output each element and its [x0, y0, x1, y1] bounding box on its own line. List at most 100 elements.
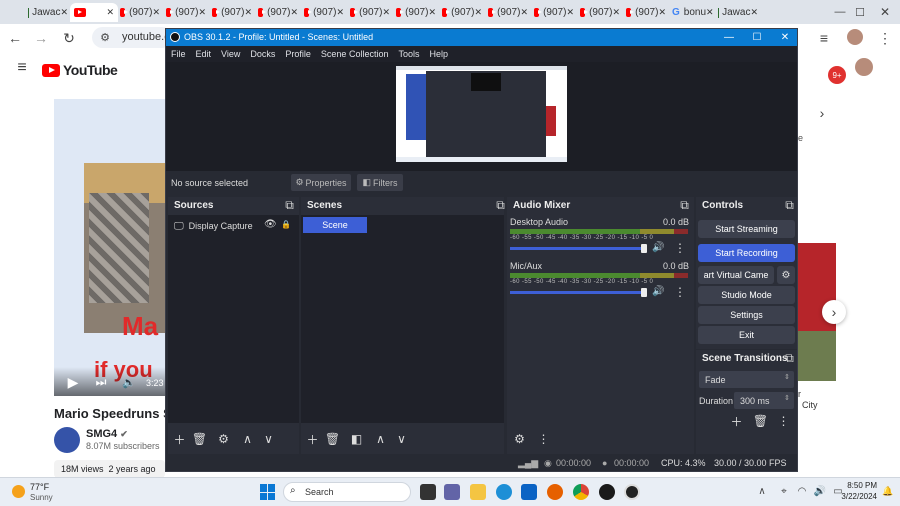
channel-name[interactable]: SMG4 ✔ — [86, 428, 128, 440]
clock-time[interactable]: 8:50 PM — [847, 481, 877, 490]
studio-mode-button[interactable]: Studio Mode — [698, 286, 795, 304]
start-streaming-button[interactable]: Start Streaming — [698, 220, 795, 238]
browser-tab[interactable]: (907) ✕ — [576, 3, 624, 22]
back-icon[interactable]: ← — [6, 29, 24, 47]
close-icon[interactable]: ✕ — [875, 3, 895, 21]
eye-icon[interactable]: 👁 — [264, 219, 277, 230]
minimize-icon[interactable]: — — [830, 3, 850, 21]
youtube-logo[interactable]: YouTube — [42, 62, 118, 78]
obs-close-icon[interactable]: ✕ — [778, 30, 792, 44]
dock-float-icon[interactable]: ⧉ — [780, 197, 799, 213]
browser-tab[interactable]: (907) ✕ — [530, 3, 578, 22]
volume-icon[interactable]: 🔊 — [813, 484, 827, 498]
menu-item-docks[interactable]: Docks — [250, 49, 275, 59]
lock-icon[interactable]: 🔒 — [281, 220, 291, 229]
settings-button[interactable]: Settings — [698, 306, 795, 324]
browser-tab[interactable]: (907) ✕ — [622, 3, 670, 22]
browser-tab[interactable]: Jawac ✕ — [24, 3, 72, 22]
menu-item-view[interactable]: View — [221, 49, 240, 59]
transition-select[interactable]: Fade ⇕ — [699, 371, 794, 388]
tab-close-icon[interactable]: ✕ — [106, 7, 114, 18]
taskbar-search[interactable]: ⌕ Search — [283, 482, 411, 502]
reading-list-icon[interactable]: ≡ — [815, 29, 833, 47]
duration-input[interactable]: 300 ms ⇕ — [734, 392, 794, 409]
browser-tab[interactable]: (907) ✕ — [484, 3, 532, 22]
filters-button[interactable]: ◧ Filters — [357, 174, 403, 191]
dock-float-icon[interactable]: ⧉ — [280, 197, 299, 213]
channel-avatar[interactable] — [54, 427, 80, 453]
settings-icon[interactable]: ⚙ — [214, 431, 233, 447]
tray-chevron-icon[interactable]: ∧ — [755, 484, 769, 498]
add-icon[interactable]: ＋ — [170, 431, 189, 447]
tab-close-icon[interactable]: ✕ — [244, 7, 252, 18]
tab-close-icon[interactable]: ✕ — [474, 7, 482, 18]
media-player-icon[interactable] — [599, 484, 615, 500]
menu-item-tools[interactable]: Tools — [398, 49, 419, 59]
mic-volume-slider[interactable] — [510, 291, 645, 294]
advanced-audio-icon[interactable]: ⚙ — [510, 431, 529, 447]
obs-maximize-icon[interactable]: ☐ — [750, 30, 764, 44]
more-options-icon[interactable]: ⋮ — [674, 241, 686, 255]
store-icon[interactable] — [521, 484, 537, 500]
speaker-icon[interactable]: 🔊 — [652, 242, 664, 253]
tab-close-icon[interactable]: ✕ — [290, 7, 298, 18]
mic-slider-handle[interactable] — [641, 288, 647, 297]
chevron-right-icon[interactable]: › — [815, 105, 829, 121]
speaker-icon[interactable]: 🔊 — [652, 286, 664, 297]
add-icon[interactable]: ＋ — [303, 431, 322, 447]
move-up-icon[interactable]: ∧ — [371, 431, 390, 447]
menu-item-file[interactable]: File — [171, 49, 186, 59]
menu-item-help[interactable]: Help — [429, 49, 448, 59]
virtual-camera-settings-icon[interactable]: ⚙ — [777, 266, 795, 284]
desktop-volume-slider[interactable] — [510, 247, 645, 250]
notification-badge[interactable]: 9+ — [828, 66, 846, 84]
youtube-avatar[interactable] — [855, 58, 873, 76]
browser-tab[interactable]: (907) ✕ — [346, 3, 394, 22]
desktop-slider-handle[interactable] — [641, 244, 647, 253]
description-box[interactable]: 18M views 2 years ago — [54, 460, 165, 478]
browser-tab[interactable]: (907) ✕ — [254, 3, 302, 22]
browser-tab[interactable]: (907) ✕ — [392, 3, 440, 22]
maximize-icon[interactable]: ☐ — [850, 3, 870, 21]
forward-icon[interactable]: → — [32, 29, 50, 47]
trash-icon[interactable]: 🗑 — [751, 413, 770, 429]
move-up-icon[interactable]: ∧ — [238, 431, 257, 447]
browser-tab[interactable]: Jawac ✕ — [714, 3, 762, 22]
menu-item-scene-collection[interactable]: Scene Collection — [321, 49, 389, 59]
chrome-icon[interactable] — [573, 484, 589, 500]
move-down-icon[interactable]: ∨ — [259, 431, 278, 447]
add-icon[interactable]: ＋ — [727, 413, 746, 429]
tab-close-icon[interactable]: ✕ — [706, 7, 714, 18]
clock-date[interactable]: 3/22/2024 — [840, 492, 877, 501]
task-view-icon[interactable] — [420, 484, 436, 500]
carousel-next-icon[interactable]: › — [822, 300, 846, 324]
next-icon[interactable]: ⏭ — [94, 375, 108, 389]
video-player[interactable]: Ma if you ▶ ⏭ 🔈 3:23 — [54, 99, 165, 396]
preview-display[interactable] — [396, 66, 567, 162]
trash-icon[interactable]: 🗑 — [323, 431, 342, 447]
teams-icon[interactable] — [444, 484, 460, 500]
profile-avatar[interactable] — [847, 29, 863, 45]
wifi-icon[interactable]: ◠ — [795, 484, 809, 498]
tab-close-icon[interactable]: ✕ — [60, 7, 68, 18]
tab-close-icon[interactable]: ✕ — [658, 7, 666, 18]
menu-item-edit[interactable]: Edit — [196, 49, 212, 59]
exit-button[interactable]: Exit — [698, 326, 795, 344]
tab-close-icon[interactable]: ✕ — [566, 7, 574, 18]
start-recording-button[interactable]: Start Recording — [698, 244, 795, 262]
file-explorer-icon[interactable] — [470, 484, 486, 500]
firefox-icon[interactable] — [547, 484, 563, 500]
play-icon[interactable]: ▶ — [66, 374, 80, 390]
dock-float-icon[interactable]: ⧉ — [780, 350, 799, 366]
obs-minimize-icon[interactable]: — — [722, 30, 736, 44]
menu-item-profile[interactable]: Profile — [285, 49, 311, 59]
browser-tab[interactable]: (907) ✕ — [162, 3, 210, 22]
volume-icon[interactable]: 🔈 — [122, 375, 136, 389]
tab-close-icon[interactable]: ✕ — [612, 7, 620, 18]
tab-close-icon[interactable]: ✕ — [520, 7, 528, 18]
location-icon[interactable]: ⌖ — [777, 484, 791, 498]
browser-tab[interactable]: Gbonu ✕ — [668, 3, 716, 22]
dock-float-icon[interactable]: ⧉ — [675, 197, 694, 213]
tab-close-icon[interactable]: ✕ — [382, 7, 390, 18]
browser-tab[interactable]: (907) ✕ — [438, 3, 486, 22]
